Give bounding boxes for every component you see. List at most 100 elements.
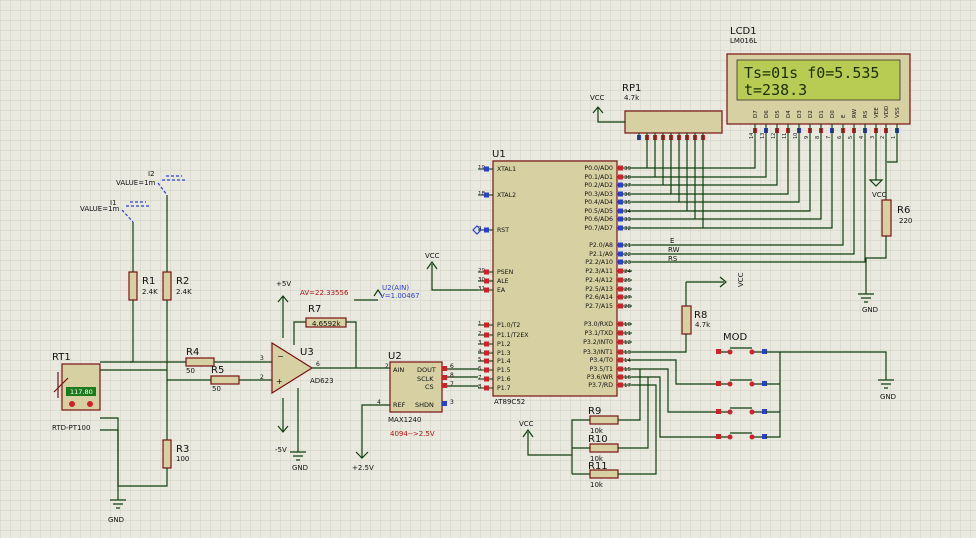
svg-text:GND: GND — [292, 464, 308, 472]
u1-pin-number: 32 — [624, 226, 631, 232]
u1-pin-marker — [618, 191, 623, 197]
u1-pin-marker — [618, 225, 623, 231]
r1-body[interactable] — [128, 271, 138, 301]
u1-pin-marker — [618, 357, 623, 363]
u1-pin-number: 7 — [478, 375, 482, 381]
u1-pin-number: 34 — [624, 209, 631, 215]
u1-pin-number: 3 — [478, 340, 482, 346]
lcd-pin-number: 12 — [771, 133, 777, 139]
u1-pin-marker — [618, 349, 623, 355]
lcd-pin-label: D7 — [753, 110, 759, 118]
svg-text:3: 3 — [450, 399, 454, 406]
lcd-model: LM016L — [730, 37, 757, 45]
svg-text:−: − — [277, 352, 284, 361]
u1-pin-number: 17 — [624, 383, 631, 389]
u1-pin-label: P0.1/AD1 — [584, 174, 613, 181]
net-e-label: E — [670, 237, 674, 245]
svg-text:+5V: +5V — [276, 280, 291, 288]
svg-text:7: 7 — [450, 381, 454, 388]
u1-pin-marker — [484, 358, 489, 364]
u1-pin-label: XTAL1 — [497, 166, 516, 173]
r9-body[interactable] — [589, 415, 619, 425]
svg-text:AIN: AIN — [393, 366, 404, 374]
lcd-pin-label: D0 — [830, 110, 836, 118]
u1-pin-number: 4 — [478, 349, 482, 355]
u2-ref: U2 — [388, 351, 402, 362]
svg-text:VALUE=1m: VALUE=1m — [80, 205, 120, 213]
u1-pin-number: 12 — [624, 340, 631, 346]
u1-pin-number: 1 — [478, 321, 482, 327]
schematic-canvas[interactable]: LCD1 LM016L Ts=01s f0=5.535 t=238.3 VSS 1… — [0, 0, 976, 538]
lcd-pin-label: D5 — [775, 110, 781, 118]
rt1-decrease-button[interactable] — [69, 401, 75, 407]
r10-body[interactable] — [589, 443, 619, 453]
r8-value: 4.7k — [695, 321, 711, 329]
svg-text:2.4K: 2.4K — [142, 288, 158, 296]
u1-pin-number: 39 — [624, 166, 631, 172]
lcd-ref: LCD1 — [730, 26, 757, 37]
u1-pin-number: 13 — [624, 350, 631, 356]
rp1-pins — [637, 133, 705, 140]
r10-ref: R10 — [588, 434, 608, 445]
r6-value: 220 — [899, 217, 912, 225]
u1-pin-label: RST — [497, 227, 509, 234]
svg-text:GND: GND — [108, 516, 124, 524]
u1-pin-number: 21 — [624, 243, 631, 249]
r3-ref: R3 — [176, 444, 189, 455]
u1-pin-number: 14 — [624, 358, 631, 364]
u1-pin-label: XTAL2 — [497, 192, 516, 199]
rt1-reading: 117.80 — [70, 388, 93, 396]
u1-pin-marker — [618, 216, 623, 222]
microcontroller-u1[interactable]: U1 AT89C52 XTAL119XTAL218RST9PSEN29ALE30… — [478, 149, 632, 406]
u1-pin-label: P3.0/RXD — [584, 321, 613, 328]
u1-pin-label: P2.5/A13 — [585, 286, 613, 293]
u1-pin-label: P3.3/INT1 — [583, 349, 613, 356]
u1-pin-number: 38 — [624, 175, 631, 181]
u1-pin-label: P0.0/AD0 — [584, 165, 613, 172]
lcd-pin-number: 3 — [870, 136, 876, 139]
u1-pin-label: P3.4/T0 — [590, 357, 613, 364]
u1-pin-number: 16 — [624, 375, 631, 381]
u1-pin-number: 33 — [624, 217, 631, 223]
u1-pin-label: P1.3 — [497, 350, 511, 357]
r5-body[interactable] — [210, 375, 240, 385]
av-label: AV=22.33556 — [300, 289, 349, 297]
u1-pin-number: 8 — [478, 384, 482, 390]
u1-pin-label: P2.2/A10 — [585, 259, 613, 266]
rt1-part: RTD-PT100 — [52, 424, 90, 432]
r6-body[interactable] — [881, 199, 892, 237]
u1-pin-label: P3.7/RD — [588, 382, 613, 389]
u2-part: MAX1240 — [388, 416, 421, 424]
lcd-pin-label: D6 — [764, 110, 770, 118]
u1-pin-marker — [484, 322, 489, 328]
u1-pin-label: P2.7/A15 — [585, 303, 613, 310]
lcd-pin-label: D3 — [797, 110, 803, 118]
u1-pin-number: 25 — [624, 278, 631, 284]
lcd-pin-label: D1 — [819, 110, 825, 118]
r2-body[interactable] — [162, 271, 172, 301]
u1-pin-marker — [618, 382, 623, 388]
u1-pin-number: 23 — [624, 260, 631, 266]
r8-body[interactable] — [681, 305, 692, 335]
lcd-pin-number: 4 — [859, 136, 865, 139]
u1-pin-marker — [618, 286, 623, 292]
mod-label: MOD — [723, 332, 747, 343]
svg-text:10k: 10k — [590, 481, 604, 489]
rt1-ref: RT1 — [52, 352, 71, 363]
u2ain-probe: U2(AIN) — [382, 284, 409, 292]
u1-pin-marker — [484, 341, 489, 347]
rt1-increase-button[interactable] — [87, 401, 93, 407]
u1-pin-label: P0.7/AD7 — [584, 225, 613, 232]
u1-pin-label: P0.4/AD4 — [584, 199, 613, 206]
r3-body[interactable] — [162, 439, 172, 469]
r4-ref: R4 — [186, 347, 199, 358]
u1-pin-marker — [618, 321, 623, 327]
u1-pin-marker — [618, 182, 623, 188]
u1-pin-marker — [618, 339, 623, 345]
lcd-pin-label: VDD — [884, 106, 890, 118]
u1-pin-number: 5 — [478, 357, 482, 363]
rp1-value: 4.7k — [624, 94, 640, 102]
u1-pin-label: P1.7 — [497, 385, 511, 392]
svg-text:VCC: VCC — [737, 272, 745, 287]
r4-body[interactable] — [185, 357, 215, 367]
